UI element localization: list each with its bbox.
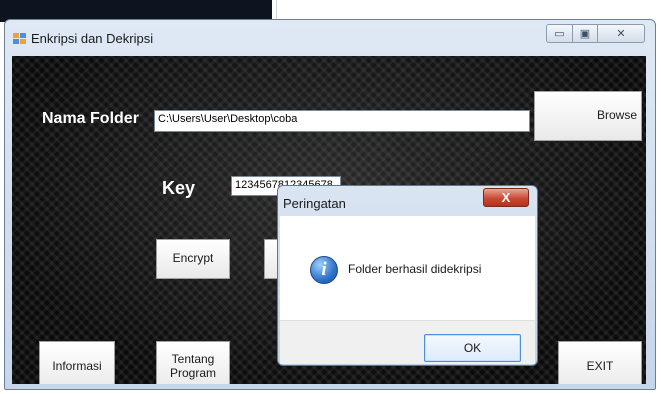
encrypt-button[interactable]: Encrypt	[156, 239, 230, 279]
window-titlebar[interactable]: Enkripsi dan Dekripsi ▭ ▣ ✕	[5, 20, 655, 56]
dialog-ok-button[interactable]: OK	[424, 334, 521, 362]
information-icon: i	[310, 256, 338, 284]
key-label: Key	[162, 178, 196, 198]
minimize-icon: ▭	[554, 28, 565, 40]
minimize-button[interactable]: ▭	[546, 24, 573, 43]
window-close-button[interactable]: ✕	[597, 24, 645, 43]
informasi-button[interactable]: Informasi	[39, 341, 115, 384]
about-program-label: Tentang Program	[169, 352, 216, 380]
maximize-icon: ▣	[579, 28, 591, 40]
close-icon: X	[501, 190, 511, 205]
dialog-title: Peringatan	[283, 196, 346, 211]
dialog-close-button[interactable]: X	[483, 188, 529, 207]
warning-dialog: Peringatan X i Folder berhasil didekrips…	[277, 185, 538, 366]
app-icon	[13, 33, 26, 44]
folder-label: Nama Folder	[42, 110, 139, 127]
window-title: Enkripsi dan Dekripsi	[31, 31, 154, 46]
browse-button[interactable]: Browse	[534, 91, 642, 141]
close-icon: ✕	[616, 28, 626, 40]
folder-path-input[interactable]: C:\Users\User\Desktop\coba	[154, 110, 530, 132]
exit-button[interactable]: EXIT	[558, 341, 642, 384]
about-program-button[interactable]: Tentang Program	[156, 341, 230, 384]
dialog-message: Folder berhasil didekripsi	[348, 262, 482, 276]
maximize-button[interactable]: ▣	[572, 24, 598, 43]
